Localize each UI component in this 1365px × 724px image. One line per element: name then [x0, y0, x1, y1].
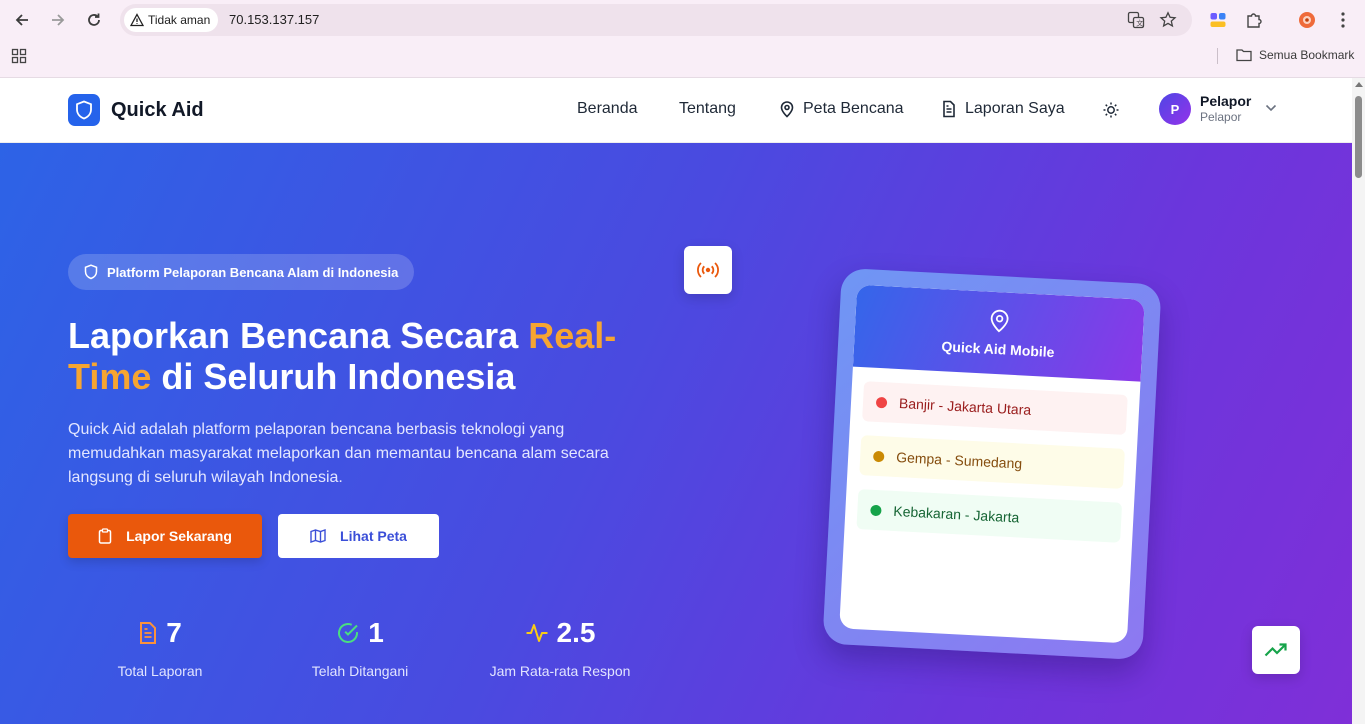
browser-chrome: Tidak aman 70.153.137.157 文 Semua Bookma…: [0, 0, 1365, 78]
shield-logo-icon: [68, 94, 100, 126]
nav-map-label: Peta Bencana: [803, 100, 904, 117]
list-item: Gempa - Sumedang: [859, 435, 1125, 489]
hero-section: Platform Pelaporan Bencana Alam di Indon…: [0, 143, 1352, 724]
stat-avg-response: 2.5 Jam Rata-rata Respon: [470, 617, 650, 679]
phone-report-list: Banjir - Jakarta Utara Gempa - Sumedang …: [843, 367, 1141, 572]
brand-logo[interactable]: Quick Aid: [68, 94, 204, 126]
site-header: Quick Aid Beranda Tentang Peta Bencana L…: [0, 78, 1352, 143]
user-menu[interactable]: P Pelapor Pelapor: [1159, 93, 1277, 125]
scroll-thumb[interactable]: [1355, 96, 1362, 178]
broadcast-badge: [684, 246, 732, 294]
headline-part-1: Laporkan Bencana Secara: [68, 315, 529, 356]
view-map-label: Lihat Peta: [340, 528, 407, 544]
stat-handled-label: Telah Ditangani: [311, 663, 409, 679]
extension-app-icon[interactable]: [1206, 8, 1230, 32]
file-text-icon: [140, 622, 157, 644]
phone-mockup: Quick Aid Mobile Banjir - Jakarta Utara …: [822, 267, 1162, 661]
web-page: Quick Aid Beranda Tentang Peta Bencana L…: [0, 78, 1352, 724]
extensions-puzzle-icon[interactable]: [1242, 8, 1266, 32]
avatar: P: [1159, 93, 1191, 125]
clipboard-icon: [98, 528, 112, 544]
star-icon[interactable]: [1158, 10, 1178, 30]
phone-screen-header: Quick Aid Mobile: [852, 284, 1145, 382]
list-item: Kebakaran - Jakarta: [856, 489, 1123, 543]
hero-headline: Laporkan Bencana Secara Real-Time di Sel…: [68, 315, 628, 397]
report-now-label: Lapor Sekarang: [126, 528, 232, 544]
nav-about-label: Tentang: [679, 100, 736, 117]
reload-icon[interactable]: [82, 8, 106, 32]
stat-total-reports: 7 Total Laporan: [70, 617, 250, 679]
list-item-label: Gempa - Sumedang: [895, 448, 1023, 472]
url-text[interactable]: 70.153.137.157: [229, 12, 319, 27]
hero-description: Quick Aid adalah platform pelaporan benc…: [68, 421, 609, 486]
stat-total-reports-label: Total Laporan: [117, 663, 203, 679]
shield-icon: [84, 264, 98, 280]
security-chip[interactable]: Tidak aman: [124, 8, 219, 32]
platform-badge-label: Platform Pelaporan Bencana Alam di Indon…: [107, 264, 399, 280]
svg-text:文: 文: [1136, 19, 1143, 28]
radio-broadcast-icon: [697, 262, 719, 278]
check-circle-icon: [338, 623, 359, 643]
list-item-label: Kebakaran - Jakarta: [892, 502, 1020, 526]
page-scrollbar[interactable]: [1352, 78, 1365, 724]
translate-icon[interactable]: 文: [1126, 10, 1146, 30]
status-dot: [870, 504, 882, 516]
forward-icon[interactable]: [46, 8, 70, 32]
list-item-label: Banjir - Jakarta Utara: [898, 395, 1032, 418]
theme-toggle-sun-icon[interactable]: [1101, 100, 1121, 120]
headline-part-2: di Seluruh Indonesia: [151, 356, 516, 397]
map-icon: [310, 529, 326, 543]
trend-badge: [1252, 626, 1300, 674]
report-now-button[interactable]: Lapor Sekarang: [68, 514, 262, 558]
profile-icon[interactable]: [1295, 8, 1319, 32]
apps-grid-icon[interactable]: [11, 48, 27, 69]
trending-up-icon: [1264, 643, 1287, 657]
warning-icon: [130, 13, 144, 27]
stat-handled: 1 Telah Ditangani: [270, 617, 450, 679]
status-dot: [872, 450, 885, 462]
nav-reports-label: Laporan Saya: [965, 100, 1065, 117]
stat-total-reports-value: 7: [166, 617, 182, 648]
menu-kebab-icon[interactable]: [1331, 8, 1355, 32]
status-dot: [875, 396, 888, 408]
security-label: Tidak aman: [148, 13, 211, 27]
nav-about[interactable]: Tentang: [679, 100, 736, 118]
chevron-down-icon: [1266, 104, 1277, 112]
list-item: Banjir - Jakarta Utara: [862, 381, 1128, 435]
nav-home[interactable]: Beranda: [577, 100, 638, 118]
user-role: Pelapor: [1200, 110, 1242, 125]
user-name: Pelapor: [1200, 93, 1252, 110]
nav-home-label: Beranda: [577, 100, 638, 117]
phone-title: Quick Aid Mobile: [941, 338, 1055, 361]
map-pin-icon: [780, 101, 794, 118]
activity-icon: [526, 624, 548, 642]
nav-disaster-map[interactable]: Peta Bencana: [779, 100, 904, 118]
stat-handled-value: 1: [368, 617, 384, 648]
platform-badge: Platform Pelaporan Bencana Alam di Indon…: [68, 254, 415, 290]
folder-icon: [1236, 49, 1252, 62]
document-icon: [943, 100, 955, 118]
phone-screen: Quick Aid Mobile Banjir - Jakarta Utara …: [839, 284, 1145, 644]
nav-my-reports[interactable]: Laporan Saya: [941, 100, 1065, 118]
stat-avg-response-label: Jam Rata-rata Respon: [489, 663, 631, 679]
brand-name: Quick Aid: [111, 98, 204, 121]
view-map-button[interactable]: Lihat Peta: [278, 514, 439, 558]
scroll-up-arrow[interactable]: [1355, 82, 1363, 87]
back-icon[interactable]: [10, 8, 34, 32]
all-bookmarks-button[interactable]: Semua Bookmark: [1236, 48, 1354, 62]
bookmark-divider: [1217, 48, 1218, 64]
all-bookmarks-label: Semua Bookmark: [1259, 48, 1355, 62]
map-pin-icon: [990, 309, 1009, 333]
address-bar[interactable]: Tidak aman 70.153.137.157 文: [120, 4, 1192, 36]
stat-avg-response-value: 2.5: [556, 617, 596, 648]
